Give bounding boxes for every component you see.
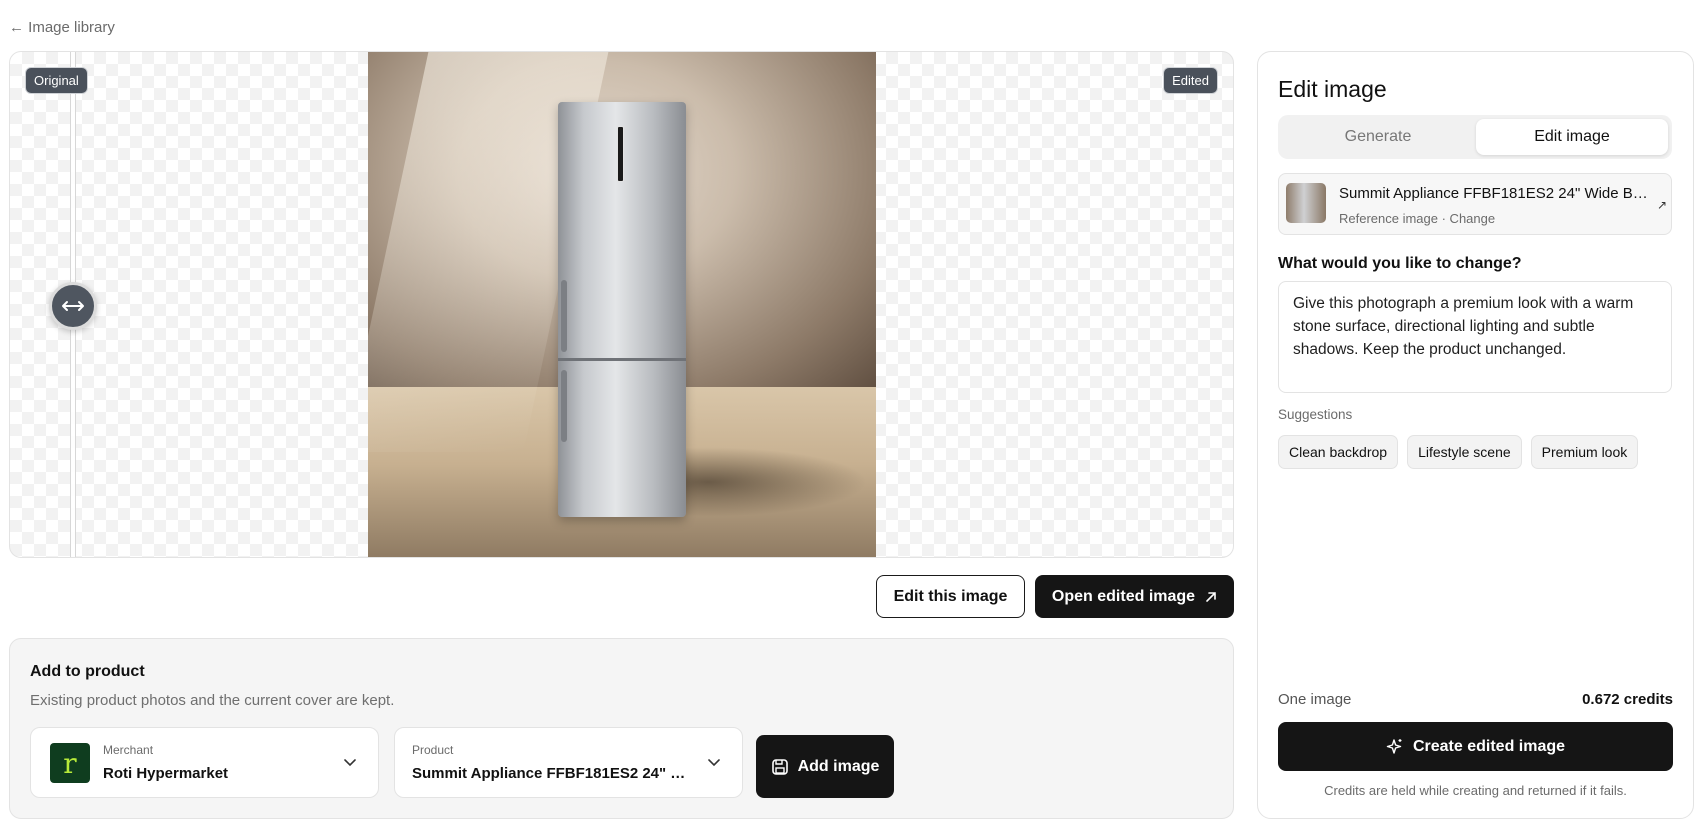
arrow-up-right-icon: [1206, 591, 1216, 602]
tab-generate[interactable]: Generate: [1282, 119, 1474, 155]
open-edited-image-label: Open edited image: [1051, 587, 1196, 605]
edited-product-photo: [368, 52, 876, 557]
merchant-label: Merchant: [103, 743, 154, 757]
sparkle-icon: [1386, 738, 1402, 754]
product-label: Product: [412, 743, 454, 757]
edited-tag: Edited: [1163, 67, 1218, 94]
add-image-label: Add image: [797, 757, 880, 775]
create-edited-image-label: Create edited image: [1412, 737, 1566, 755]
credits-note: Credits are held while creating and retu…: [1324, 783, 1627, 798]
arrows-horizontal-icon: [62, 301, 84, 311]
chevron-down-icon: [344, 759, 356, 767]
reference-meta: Reference image · Change: [1339, 211, 1496, 226]
compare-viewer: Original Edited: [9, 51, 1234, 558]
prompt-question: What would you like to change?: [1278, 255, 1522, 272]
add-image-button[interactable]: Add image: [756, 735, 894, 798]
open-edited-image-button[interactable]: Open edited image: [1035, 575, 1234, 618]
product-select[interactable]: Product Summit Appliance FFBF181ES2 24" …: [394, 727, 743, 798]
refrigerator-image: [558, 102, 686, 517]
mode-tabs: Generate Edit image: [1278, 115, 1672, 159]
suggestions-label: Suggestions: [1278, 407, 1353, 422]
reference-thumbnail: [1286, 183, 1326, 223]
tab-edit-image[interactable]: Edit image: [1476, 119, 1668, 155]
compare-slider-handle[interactable]: [49, 282, 97, 330]
add-to-product-subtitle: Existing product photos and the current …: [30, 692, 395, 709]
add-to-product-heading: Add to product: [30, 663, 145, 680]
cost-label: One image: [1278, 691, 1352, 708]
chevron-down-icon: [708, 759, 720, 767]
merchant-logo: r: [50, 743, 90, 783]
arrow-up-right-icon: ↗: [1656, 198, 1667, 212]
prompt-input[interactable]: [1278, 281, 1672, 393]
back-link-image-library[interactable]: ← Image library: [9, 19, 115, 36]
original-tag: Original: [25, 67, 88, 94]
save-icon: [771, 758, 788, 775]
edit-this-image-button[interactable]: Edit this image: [876, 575, 1025, 618]
suggestion-clean-backdrop[interactable]: Clean backdrop: [1278, 435, 1399, 469]
merchant-select[interactable]: r Merchant Roti Hypermarket: [30, 727, 379, 798]
suggestion-chips: Clean backdrop Lifestyle scene Premium l…: [1278, 435, 1639, 469]
add-to-product-section: Add to product Existing product photos a…: [9, 638, 1234, 819]
panel-title: Edit image: [1278, 76, 1387, 102]
product-value: Summit Appliance FFBF181ES2 24" Wi...: [412, 765, 687, 782]
cost-value: 0.672 credits: [1582, 691, 1673, 708]
reference-name: Summit Appliance FFBF181ES2 24" Wide Bot…: [1339, 185, 1649, 202]
create-edited-image-button[interactable]: Create edited image: [1278, 722, 1673, 771]
suggestion-premium-look[interactable]: Premium look: [1530, 435, 1639, 469]
edit-image-panel: Edit image Generate Edit image Summit Ap…: [1257, 51, 1694, 819]
suggestion-lifestyle-scene[interactable]: Lifestyle scene: [1407, 435, 1522, 469]
reference-image-card[interactable]: Summit Appliance FFBF181ES2 24" Wide Bot…: [1278, 173, 1672, 235]
merchant-value: Roti Hypermarket: [103, 765, 229, 782]
